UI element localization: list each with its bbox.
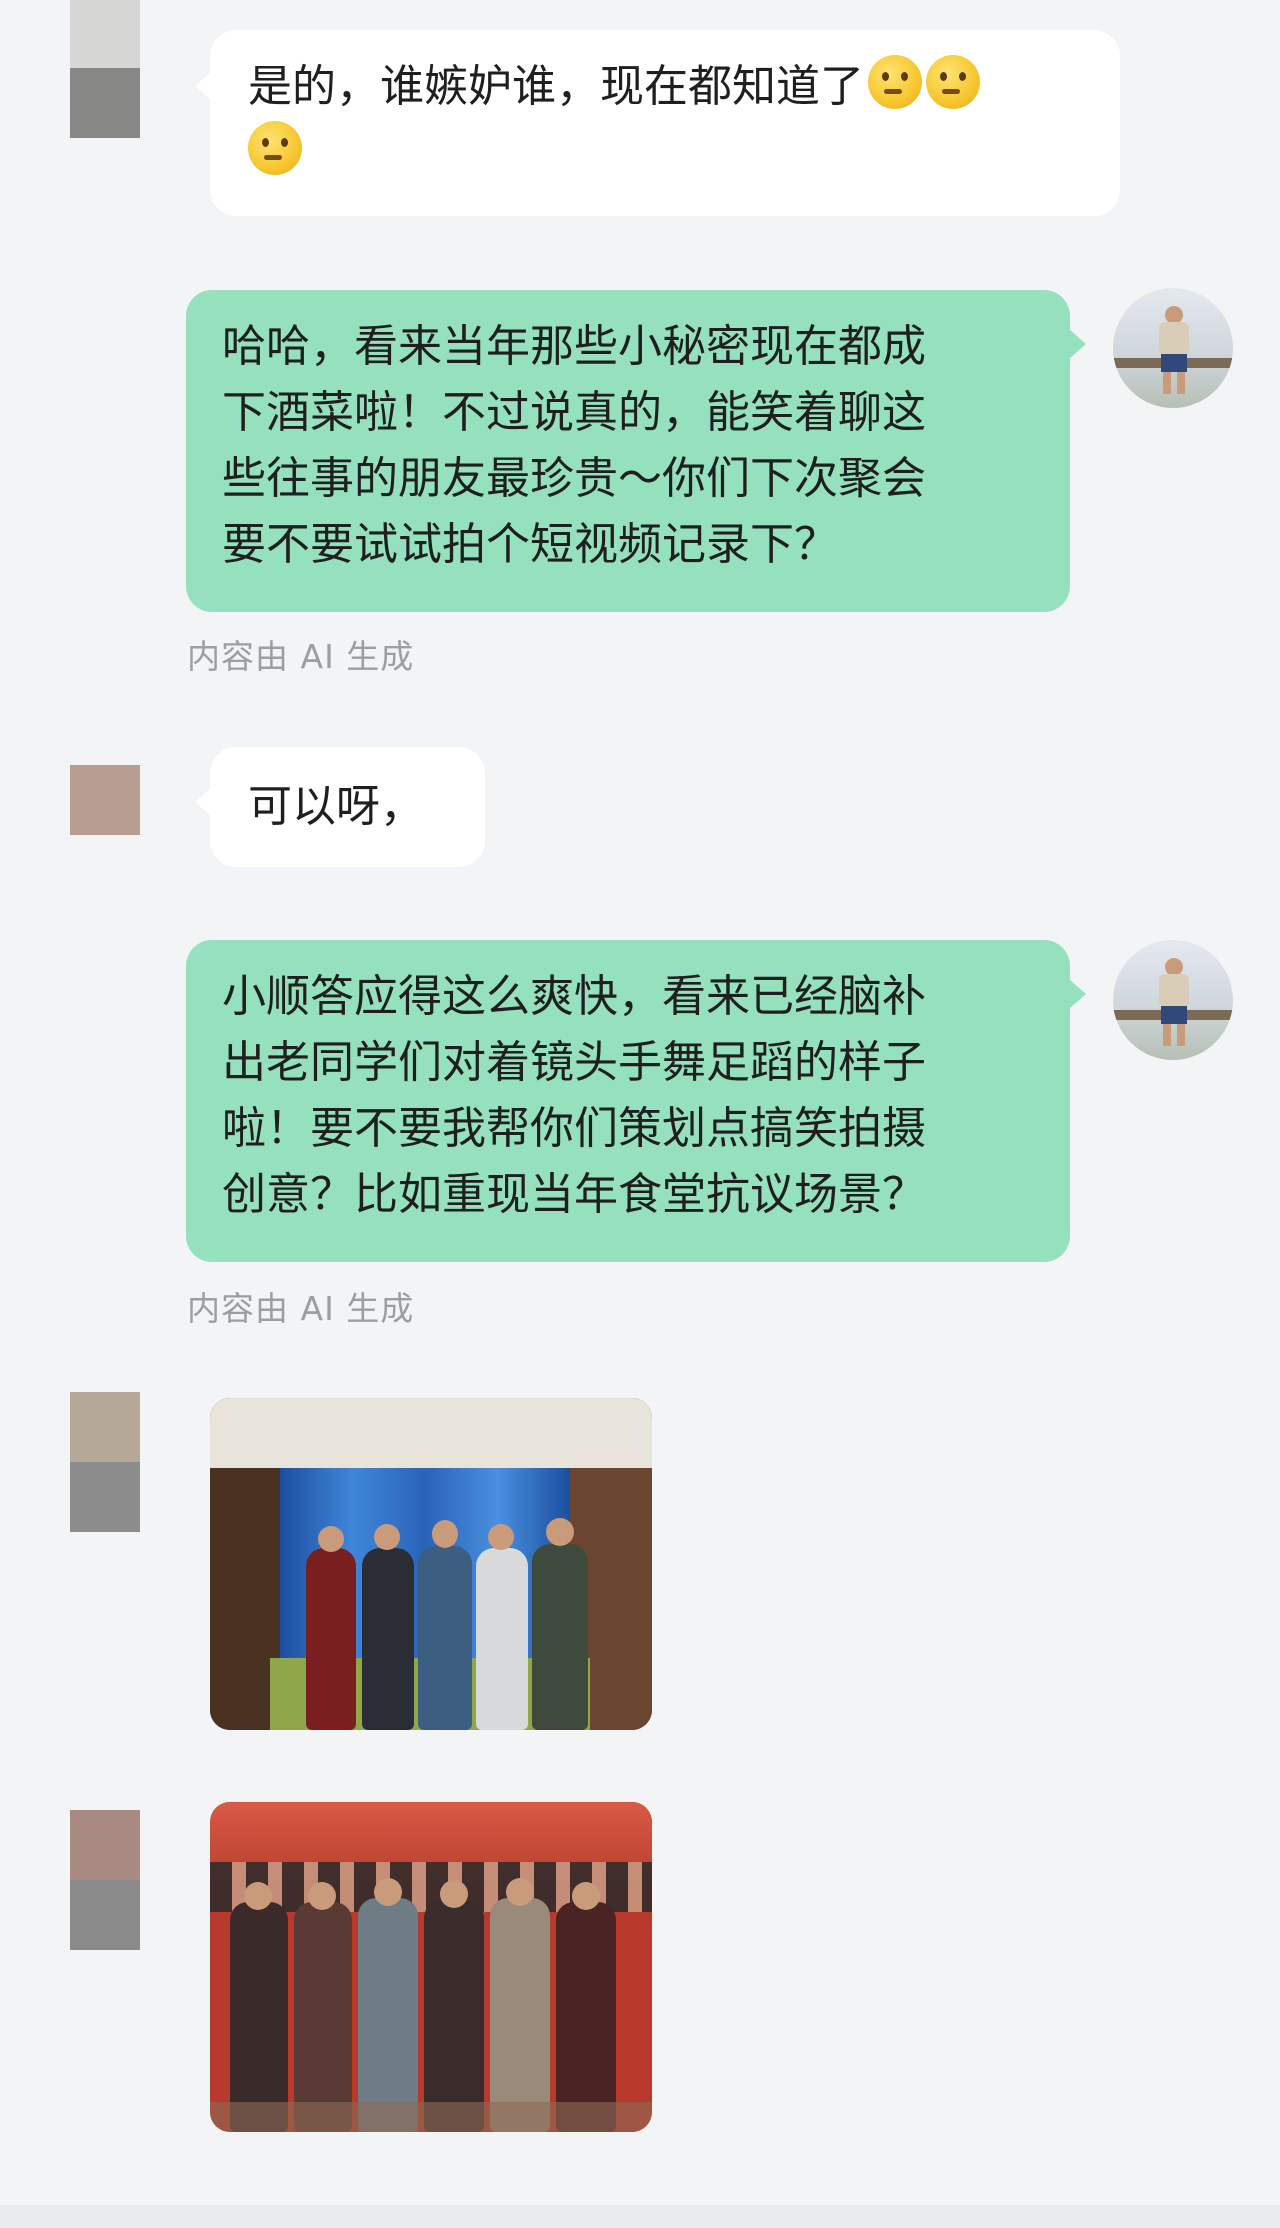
my-avatar[interactable]: [1113, 288, 1233, 408]
message-line: 哈哈，看来当年那些小秘密现在都成: [222, 321, 926, 372]
contact-avatar[interactable]: [70, 765, 140, 835]
message-bubble-outgoing[interactable]: 哈哈，看来当年那些小秘密现在都成 下酒菜啦！不过说真的，能笑着聊这 些往事的朋友…: [186, 290, 1070, 612]
ai-generated-note: 内容由 AI 生成: [187, 637, 415, 676]
bubble-tail: [195, 788, 211, 816]
message-line: 小顺答应得这么爽快，看来已经脑补: [222, 971, 926, 1022]
bubble-tail: [195, 72, 211, 100]
message-line: 出老同学们对着镜头手舞足蹈的样子: [222, 1037, 926, 1088]
group-photo-modern-image[interactable]: [210, 1398, 652, 1730]
contact-avatar[interactable]: [70, 1810, 140, 1950]
ai-generated-note: 内容由 AI 生成: [187, 1289, 415, 1328]
thinking-face-icon: [248, 121, 302, 175]
message-text: 可以呀，: [248, 781, 424, 832]
message-bubble-incoming[interactable]: 可以呀，: [210, 747, 485, 867]
bubble-tail: [1070, 330, 1086, 358]
message-line: 创意？比如重现当年食堂抗议场景？: [222, 1169, 926, 1220]
message-line: 些往事的朋友最珍贵～你们下次聚会: [222, 453, 926, 504]
bottom-bar: [0, 2205, 1280, 2228]
message-line: 啦！要不要我帮你们策划点搞笑拍摄: [222, 1103, 926, 1154]
bubble-tail: [1070, 980, 1086, 1008]
thinking-face-icon: [868, 55, 922, 109]
message-text: 是的，谁嫉妒谁，现在都知道了: [248, 61, 864, 112]
contact-avatar[interactable]: [70, 1392, 140, 1532]
group-photo-vintage-image[interactable]: [210, 1802, 652, 2132]
contact-avatar[interactable]: [70, 0, 140, 138]
my-avatar[interactable]: [1113, 940, 1233, 1060]
thinking-face-icon: [926, 55, 980, 109]
message-bubble-outgoing[interactable]: 小顺答应得这么爽快，看来已经脑补 出老同学们对着镜头手舞足蹈的样子 啦！要不要我…: [186, 940, 1070, 1262]
message-bubble-incoming[interactable]: 是的，谁嫉妒谁，现在都知道了: [210, 30, 1120, 216]
message-line: 下酒菜啦！不过说真的，能笑着聊这: [222, 387, 926, 438]
message-line: 要不要试试拍个短视频记录下？: [222, 519, 838, 570]
